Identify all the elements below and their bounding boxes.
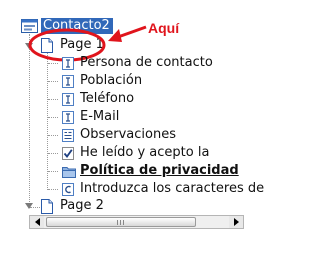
tree-item-he-leido[interactable]: He leído y acepto la: [80, 144, 209, 162]
scroll-left-button[interactable]: [30, 216, 44, 228]
text-field-icon: [62, 111, 74, 124]
tree-connector: [48, 171, 58, 172]
tree-connector: [48, 81, 58, 82]
tree-item-introduzca-caracteres[interactable]: Introduzca los caracteres de: [80, 180, 264, 198]
checkbox-checked-icon: [62, 147, 74, 160]
tree-item-poblacion[interactable]: Población: [80, 72, 142, 90]
tree-item-email[interactable]: E-Mail: [80, 108, 119, 126]
folder-icon: [62, 165, 76, 178]
captcha-icon: [62, 183, 74, 196]
annotation-label: Aquí: [148, 20, 180, 36]
horizontal-scrollbar[interactable]: [29, 215, 244, 229]
tree-item-observaciones[interactable]: Observaciones: [80, 126, 176, 144]
tree-connector: [48, 117, 58, 118]
scrollbar-thumb[interactable]: [46, 217, 196, 227]
tree-connector: [48, 135, 58, 136]
textarea-icon: [62, 129, 74, 142]
expand-toggle-page2[interactable]: [25, 203, 33, 209]
scroll-right-button[interactable]: [229, 216, 243, 228]
text-field-icon: [62, 93, 74, 106]
tree-item-persona-de-contacto[interactable]: Persona de contacto: [80, 54, 213, 72]
text-field-icon: [62, 75, 74, 88]
tree-connector: [48, 189, 58, 190]
tree-node-page2[interactable]: Page 2: [60, 197, 104, 215]
tree-item-telefono[interactable]: Teléfono: [80, 90, 134, 108]
arrow-right-icon: [233, 218, 239, 226]
page-icon: [41, 199, 53, 214]
tree-connector: [48, 153, 58, 154]
tree-connector: [47, 53, 48, 190]
arrow-left-icon: [34, 218, 40, 226]
tree-item-politica-privacidad[interactable]: Política de privacidad: [80, 162, 239, 180]
tree-connector: [48, 99, 58, 100]
annotation-arrow: [108, 25, 147, 42]
text-field-icon: [62, 57, 74, 70]
